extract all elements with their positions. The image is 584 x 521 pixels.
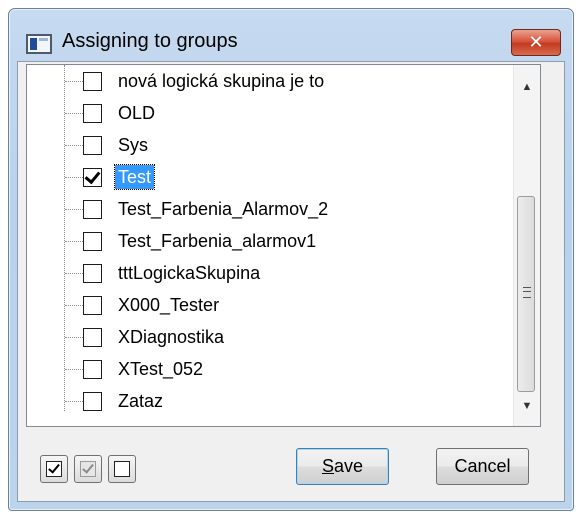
- item-checkbox[interactable]: [83, 296, 102, 315]
- tree-branch-line: [65, 337, 83, 338]
- checkmark-icon: [84, 167, 101, 185]
- item-checkbox[interactable]: [83, 200, 102, 219]
- item-checkbox[interactable]: [83, 264, 102, 283]
- save-accelerator: S: [321, 456, 334, 476]
- empty-box-icon: [114, 461, 130, 477]
- item-checkbox[interactable]: [83, 167, 102, 187]
- tree-item[interactable]: X000_Tester: [27, 289, 507, 321]
- item-label[interactable]: tttLogickaSkupina: [115, 261, 263, 285]
- item-checkbox[interactable]: [83, 104, 102, 123]
- tree-branch-line: [65, 209, 83, 210]
- tree-item[interactable]: nová logická skupina je to: [27, 65, 507, 97]
- tree-branch-line: [65, 369, 83, 370]
- tree-branch-line: [65, 145, 83, 146]
- item-checkbox[interactable]: [83, 328, 102, 347]
- item-label[interactable]: Test_Farbenia_Alarmov_2: [115, 197, 331, 221]
- scroll-thumb[interactable]: [517, 196, 535, 392]
- item-checkbox[interactable]: [83, 392, 102, 411]
- checked-box-icon: [46, 461, 62, 477]
- tree-item[interactable]: XDiagnostika: [27, 321, 507, 353]
- close-button[interactable]: ✕: [511, 29, 561, 56]
- grey-checked-box-icon: [80, 461, 96, 477]
- tree-item[interactable]: OLD: [27, 97, 507, 129]
- tree-branch-line: [65, 81, 83, 82]
- item-label[interactable]: X000_Tester: [115, 293, 222, 317]
- title-bar[interactable]: Assigning to groups ✕: [9, 9, 573, 69]
- uncheck-all-button[interactable]: [108, 455, 136, 483]
- tree-item[interactable]: XTest_052: [27, 353, 507, 385]
- window-title: Assigning to groups: [62, 30, 238, 52]
- tree-branch-line: [65, 305, 83, 306]
- tree-branch-line: [65, 401, 83, 402]
- tree-branch-line: [65, 177, 83, 178]
- cancel-button[interactable]: Cancel: [436, 448, 529, 485]
- tree-item[interactable]: Zataz: [27, 385, 507, 417]
- item-label[interactable]: XDiagnostika: [115, 325, 227, 349]
- item-label[interactable]: Test_Farbenia_alarmov1: [115, 229, 319, 253]
- item-checkbox[interactable]: [83, 72, 102, 91]
- tree-item[interactable]: Test_Farbenia_alarmov1: [27, 225, 507, 257]
- tree-item[interactable]: Test: [27, 161, 507, 193]
- tree-item[interactable]: Test_Farbenia_Alarmov_2: [27, 193, 507, 225]
- vertical-scrollbar[interactable]: ▲ ▼: [513, 65, 540, 426]
- item-label[interactable]: Test: [113, 164, 156, 190]
- item-label[interactable]: nová logická skupina je to: [115, 69, 327, 93]
- tree-item[interactable]: tttLogickaSkupina: [27, 257, 507, 289]
- item-label[interactable]: XTest_052: [115, 357, 206, 381]
- scroll-grip-icon: [523, 287, 531, 298]
- item-label[interactable]: Zataz: [115, 389, 166, 413]
- tree-item[interactable]: Sys: [27, 129, 507, 161]
- tree-branch-line: [65, 273, 83, 274]
- scroll-down-arrow-icon[interactable]: ▼: [514, 394, 540, 418]
- item-checkbox[interactable]: [83, 136, 102, 155]
- save-label: ave: [333, 456, 364, 476]
- item-checkbox[interactable]: [83, 360, 102, 379]
- check-all-button[interactable]: [40, 455, 68, 483]
- group-tree[interactable]: nová logická skupina je to OLD Sys Test Test…: [26, 64, 541, 427]
- tree-branch-line: [65, 113, 83, 114]
- item-checkbox[interactable]: [83, 232, 102, 251]
- save-button[interactable]: Save: [296, 448, 389, 485]
- app-window-icon: [26, 34, 52, 54]
- item-label[interactable]: Sys: [115, 133, 151, 157]
- scroll-up-arrow-icon[interactable]: ▲: [514, 75, 540, 99]
- item-label[interactable]: OLD: [115, 101, 158, 125]
- tree-branch-line: [65, 241, 83, 242]
- invert-selection-button[interactable]: [74, 455, 102, 483]
